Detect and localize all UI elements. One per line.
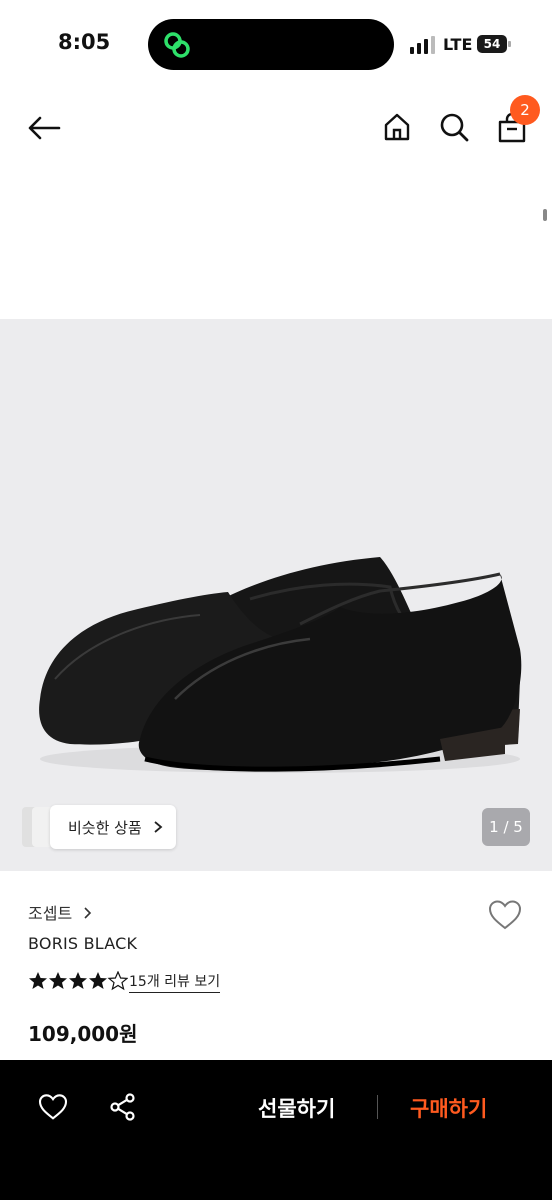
share-button[interactable]: [104, 1088, 142, 1126]
home-icon: [384, 113, 410, 141]
battery-icon: 54: [477, 35, 511, 53]
status-time: 8:05: [58, 30, 111, 54]
buy-button[interactable]: 구매하기: [410, 1093, 487, 1123]
product-price: 109,000원: [28, 1022, 138, 1046]
network-type: LTE: [443, 35, 473, 54]
similar-products-label: 비슷한 상품: [68, 818, 142, 837]
image-counter: 1 / 5: [482, 808, 530, 846]
brand-link[interactable]: 조셉트: [28, 900, 93, 924]
wishlist-button[interactable]: [486, 896, 524, 934]
search-icon: [440, 113, 469, 142]
similar-products-pill: 비슷한 상품: [50, 805, 176, 849]
bottom-wishlist-button[interactable]: [34, 1088, 72, 1126]
reviews-link[interactable]: 15개 리뷰 보기: [129, 971, 221, 993]
link-app-icon: [164, 32, 190, 58]
chevron-right-icon: [84, 907, 92, 919]
back-button[interactable]: [24, 108, 64, 148]
gift-button[interactable]: 선물하기: [258, 1093, 335, 1123]
battery-tip: [508, 41, 511, 47]
home-button[interactable]: [378, 108, 416, 146]
search-button[interactable]: [435, 108, 473, 146]
brand-name: 조셉트: [28, 904, 73, 923]
heart-outline-icon: [38, 1094, 68, 1120]
rating-stars: [28, 971, 128, 993]
battery-level: 54: [477, 35, 507, 53]
share-icon: [110, 1093, 135, 1121]
chevron-right-icon: [154, 821, 163, 833]
signal-icon: [410, 36, 435, 54]
scroll-indicator: [543, 209, 547, 221]
bottom-action-bar: 선물하기 구매하기: [0, 1060, 552, 1200]
product-name: BORIS BLACK: [28, 934, 138, 953]
loafer-shoes-image: [39, 557, 522, 773]
heart-outline-icon: [488, 900, 522, 930]
similar-products-button[interactable]: 비슷한 상품: [22, 805, 178, 849]
button-divider: [377, 1095, 378, 1119]
star-icons: [29, 971, 128, 991]
cart-count-badge: 2: [510, 95, 540, 125]
dynamic-island: [148, 19, 394, 70]
arrow-left-icon: [28, 116, 61, 140]
product-image[interactable]: [0, 319, 552, 871]
